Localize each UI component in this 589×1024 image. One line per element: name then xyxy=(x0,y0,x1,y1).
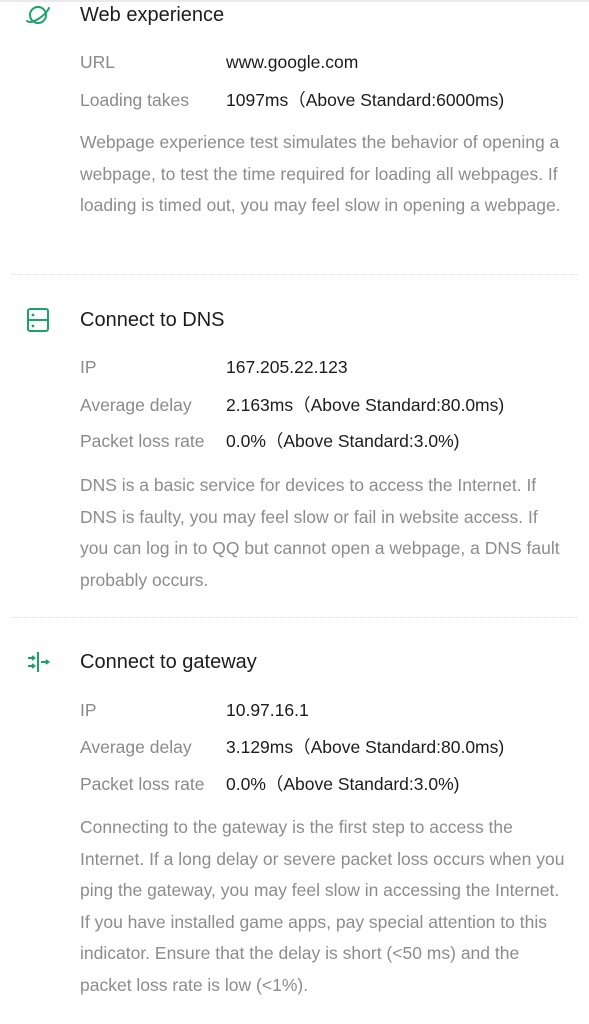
section-title: Connect to gateway xyxy=(80,651,257,673)
section-title: Connect to DNS xyxy=(80,309,225,331)
server-icon xyxy=(27,308,49,332)
ip-label: IP xyxy=(80,700,97,720)
average-delay-label: Average delay xyxy=(80,395,192,415)
packet-loss-value: 0.0%（Above Standard:3.0%) xyxy=(226,431,460,451)
packet-loss-value: 0.0%（Above Standard:3.0%) xyxy=(226,774,460,794)
loading-value: 1097ms（Above Standard:6000ms) xyxy=(226,90,505,110)
loading-label: Loading takes xyxy=(80,90,189,110)
packet-loss-label: Packet loss rate xyxy=(80,774,205,794)
section-title: Web experience xyxy=(80,4,225,26)
section-description: DNS is a basic service for devices to ac… xyxy=(80,475,560,590)
ip-label: IP xyxy=(80,357,97,377)
average-delay-label: Average delay xyxy=(80,737,192,757)
average-delay-value: 2.163ms（Above Standard:80.0ms) xyxy=(226,395,505,415)
section-description: Webpage experience test simulates the be… xyxy=(80,132,561,215)
top-divider xyxy=(0,0,589,2)
url-label: URL xyxy=(80,52,116,72)
gateway-arrows-icon xyxy=(28,652,50,672)
section-divider xyxy=(12,617,577,618)
section-divider xyxy=(12,274,577,275)
ip-value: 167.205.22.123 xyxy=(226,357,348,377)
section-description: Connecting to the gateway is the first s… xyxy=(80,817,565,995)
average-delay-value: 3.129ms（Above Standard:80.0ms) xyxy=(226,737,505,757)
url-value: www.google.com xyxy=(226,52,359,72)
planet-icon xyxy=(26,6,50,24)
ip-value: 10.97.16.1 xyxy=(226,700,309,720)
packet-loss-label: Packet loss rate xyxy=(80,431,205,451)
